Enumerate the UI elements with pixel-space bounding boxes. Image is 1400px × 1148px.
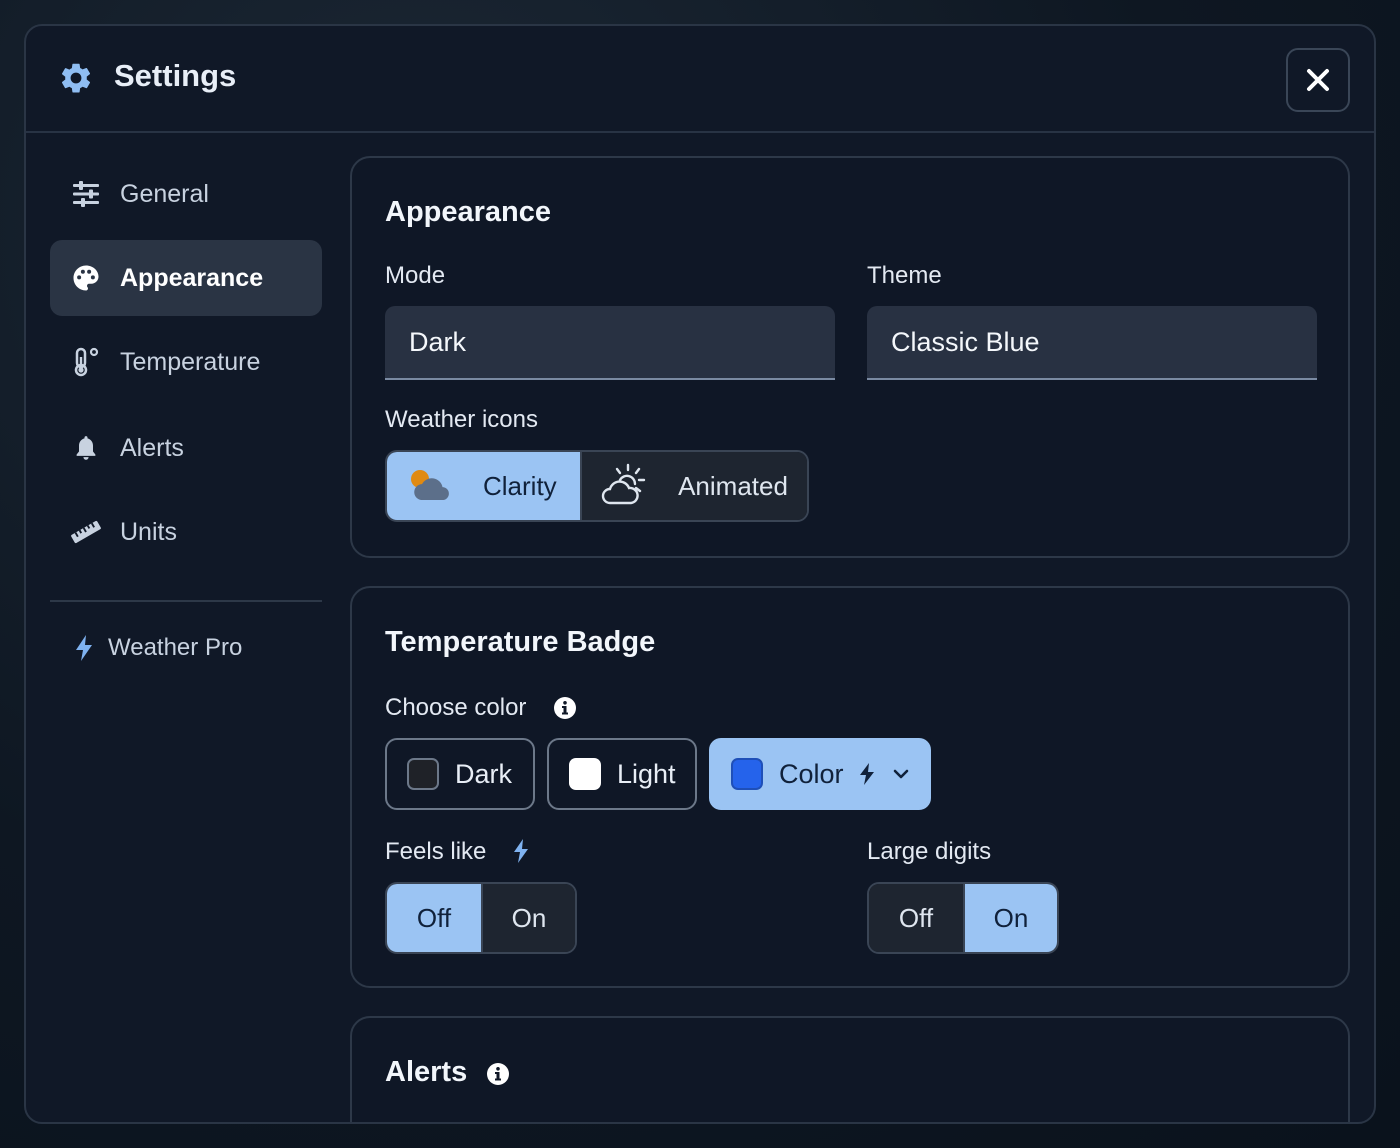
feels-like-toggle: Off On bbox=[385, 882, 577, 954]
light-swatch bbox=[569, 758, 601, 790]
temperature-badge-title: Temperature Badge bbox=[385, 626, 656, 658]
sidebar-item-label: Alerts bbox=[120, 433, 184, 462]
sidebar-item-general[interactable]: General bbox=[50, 156, 322, 232]
sidebar-item-appearance[interactable]: Appearance bbox=[50, 240, 322, 316]
weather-pro-label: Weather Pro bbox=[108, 634, 243, 661]
temperature-badge-card: Temperature Badge Choose color Dark Ligh… bbox=[350, 586, 1350, 988]
sidebar-item-temperature[interactable]: Temperature bbox=[50, 324, 322, 400]
ruler-icon bbox=[70, 516, 102, 548]
dark-swatch bbox=[407, 758, 439, 790]
large-digits-on[interactable]: On bbox=[962, 884, 1057, 952]
sliders-icon bbox=[70, 178, 102, 210]
close-icon bbox=[1307, 69, 1329, 91]
feels-like-off[interactable]: Off bbox=[387, 884, 481, 952]
bolt-icon bbox=[859, 763, 874, 785]
color-swatch bbox=[731, 758, 763, 790]
large-digits-off[interactable]: Off bbox=[869, 884, 963, 952]
animated-option[interactable]: Animated bbox=[580, 452, 807, 520]
palette-icon bbox=[70, 262, 102, 294]
sun-cloud-outline-icon bbox=[601, 463, 646, 505]
bolt-icon bbox=[76, 635, 92, 661]
theme-label: Theme bbox=[867, 262, 942, 289]
sidebar-item-units[interactable]: Units bbox=[50, 494, 322, 570]
dialog-header: Settings bbox=[26, 26, 1374, 133]
mode-select[interactable]: Dark bbox=[385, 306, 835, 380]
appearance-card: Appearance Mode Dark Theme Classic Blue … bbox=[350, 156, 1350, 558]
clarity-option[interactable]: Clarity bbox=[387, 452, 581, 520]
alerts-title: Alerts bbox=[385, 1056, 468, 1088]
color-option-light[interactable]: Light bbox=[547, 738, 697, 810]
settings-dialog: Settings General Appearance Temperature … bbox=[24, 24, 1376, 1124]
alerts-card: Alerts bbox=[350, 1016, 1350, 1122]
sidebar-item-label: Appearance bbox=[120, 263, 264, 292]
clarity-label: Clarity bbox=[483, 470, 557, 501]
info-icon[interactable] bbox=[553, 696, 577, 720]
appearance-title: Appearance bbox=[385, 196, 552, 228]
sidebar-item-label: Temperature bbox=[120, 347, 261, 376]
color-option-dark[interactable]: Dark bbox=[385, 738, 535, 810]
feels-like-on[interactable]: On bbox=[480, 884, 575, 952]
sidebar-item-label: Units bbox=[120, 517, 177, 546]
bolt-icon bbox=[514, 839, 528, 863]
chevron-down-icon bbox=[893, 769, 908, 779]
animated-label: Animated bbox=[678, 470, 788, 501]
thermometer-icon bbox=[70, 346, 102, 378]
light-label: Light bbox=[617, 758, 676, 789]
partly-cloudy-icon bbox=[411, 470, 449, 500]
weather-pro-link[interactable]: Weather Pro bbox=[50, 626, 322, 670]
theme-select[interactable]: Classic Blue bbox=[867, 306, 1317, 380]
choose-color-label: Choose color bbox=[385, 694, 527, 721]
feels-like-label: Feels like bbox=[385, 838, 487, 865]
sidebar-item-label: General bbox=[120, 179, 209, 208]
mode-label: Mode bbox=[385, 262, 446, 289]
weather-icons-toggle: Clarity Animated bbox=[385, 450, 809, 522]
dialog-title: Settings bbox=[114, 58, 237, 93]
color-option-color[interactable]: Color bbox=[709, 738, 931, 810]
sidebar-divider bbox=[50, 600, 322, 602]
large-digits-label: Large digits bbox=[867, 838, 992, 865]
sidebar-item-alerts[interactable]: Alerts bbox=[50, 410, 322, 486]
bell-icon bbox=[70, 432, 102, 464]
dark-label: Dark bbox=[455, 758, 513, 789]
gear-icon bbox=[61, 63, 91, 93]
info-icon[interactable] bbox=[486, 1062, 510, 1086]
color-label: Color bbox=[779, 758, 844, 789]
close-button[interactable] bbox=[1286, 48, 1350, 112]
large-digits-toggle: Off On bbox=[867, 882, 1059, 954]
weather-icons-label: Weather icons bbox=[385, 406, 538, 433]
